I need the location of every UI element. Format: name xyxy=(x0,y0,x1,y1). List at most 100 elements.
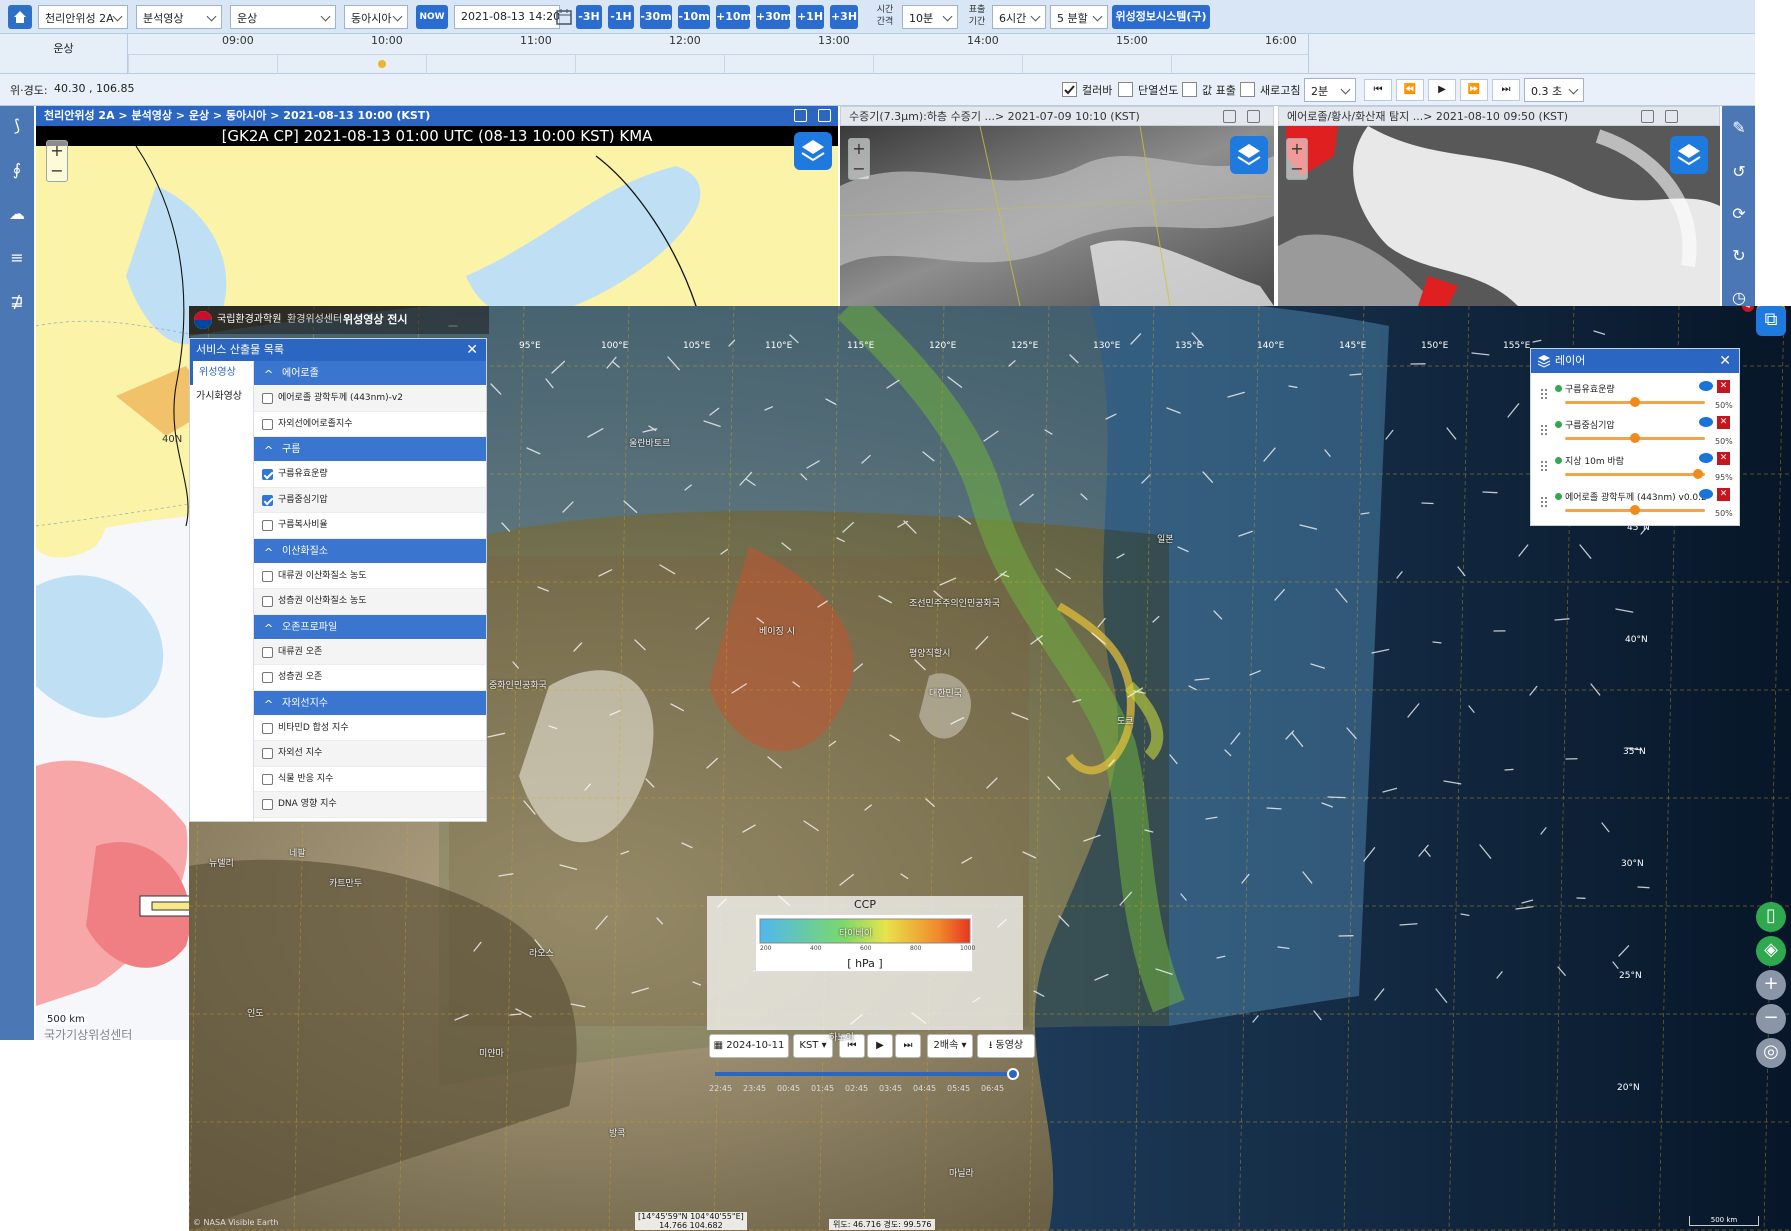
zoom-in-button[interactable]: + xyxy=(1756,970,1786,1000)
satellite-select[interactable]: 천리안위성 2A xyxy=(38,5,128,29)
eye-icon[interactable] xyxy=(1699,417,1713,427)
time-step-button[interactable]: +10m xyxy=(716,5,752,29)
interval-select[interactable]: 10분 xyxy=(902,5,958,29)
play-button[interactable]: ▶ xyxy=(1428,79,1456,101)
service-item[interactable]: 대류권 오존 xyxy=(254,639,486,665)
close-icon[interactable] xyxy=(1247,110,1260,123)
date-picker[interactable]: ▦ 2024-10-11 xyxy=(709,1034,789,1058)
panel2-map[interactable]: + − xyxy=(840,126,1274,306)
time-step-button[interactable]: +30m xyxy=(756,5,792,29)
close-icon[interactable]: ✕ xyxy=(1719,349,1731,373)
service-item[interactable]: 식물 반응 지수 xyxy=(254,767,486,792)
eye-icon[interactable] xyxy=(1699,453,1713,463)
copy-icon[interactable] xyxy=(1223,110,1236,123)
video-button[interactable]: ⭳ 동영상 xyxy=(977,1034,1035,1058)
eye-icon[interactable] xyxy=(1699,381,1713,391)
opacity-slider[interactable] xyxy=(1565,473,1705,476)
drag-handle-icon[interactable] xyxy=(1541,425,1547,435)
drag-handle-icon[interactable] xyxy=(1541,497,1547,507)
service-item[interactable]: 자외선에어로졸지수 xyxy=(254,412,486,437)
menu-icon[interactable]: ≡ xyxy=(7,248,27,268)
menu-title[interactable]: 위성영상 전시 xyxy=(343,306,408,334)
service-item-checkbox[interactable] xyxy=(262,520,273,531)
panel2-zoom-control[interactable]: + − xyxy=(848,138,870,180)
map-type-button[interactable]: ▯ xyxy=(1756,902,1786,932)
service-item[interactable]: 자외선 지수 xyxy=(254,741,486,767)
play-button[interactable]: ▶ xyxy=(867,1034,893,1058)
service-item[interactable]: 에어로졸 광학두께 (443nm)-v2 xyxy=(254,386,486,412)
service-item-checkbox[interactable] xyxy=(262,469,273,480)
filter-icon[interactable]: ⋣ xyxy=(7,292,27,312)
last-frame-button[interactable]: ⏭ xyxy=(1492,79,1520,101)
service-item-checkbox[interactable] xyxy=(262,672,273,683)
service-item[interactable]: 구름유효운량 xyxy=(254,462,486,488)
service-item-checkbox[interactable] xyxy=(262,722,273,734)
panel2-header[interactable]: 수증기(7.3μm):하층 수증기 ...> 2021-07-09 10:10 … xyxy=(840,106,1274,126)
eye-icon[interactable] xyxy=(1699,489,1713,499)
service-item-checkbox[interactable] xyxy=(262,773,273,785)
close-icon[interactable] xyxy=(1665,110,1678,123)
opacity-slider-handle[interactable] xyxy=(1630,505,1640,515)
drag-handle-icon[interactable] xyxy=(1541,389,1547,399)
service-item[interactable]: 구름중심기압 xyxy=(254,487,486,513)
panel1-zoom-control[interactable]: + − xyxy=(46,140,68,182)
time-step-button[interactable]: -10m xyxy=(678,5,710,29)
service-item[interactable]: DNA 영향 지수 xyxy=(254,792,486,818)
opacity-slider-handle[interactable] xyxy=(1693,469,1703,479)
service-item[interactable]: 성층권 오존 xyxy=(254,665,486,691)
opacity-slider-handle[interactable] xyxy=(1630,433,1640,443)
panel1-header[interactable]: 천리안위성 2A > 분석영상 > 운상 > 동아시아 > 2021-08-13… xyxy=(36,106,838,126)
layer-toggle-button[interactable]: ⧉ xyxy=(1756,306,1786,336)
service-item-checkbox[interactable] xyxy=(262,748,273,759)
service-item-checkbox[interactable] xyxy=(262,596,273,607)
service-item-checkbox[interactable] xyxy=(262,494,273,506)
typhoon-icon[interactable]: ∮ xyxy=(7,160,27,180)
home-button[interactable] xyxy=(8,5,32,29)
speed-select[interactable]: 2배속 ▾ xyxy=(927,1034,973,1058)
category-select[interactable]: 분석영상 xyxy=(136,5,222,29)
time-step-button[interactable]: +3H xyxy=(830,5,858,29)
copy-icon[interactable] xyxy=(794,109,807,122)
redo-icon[interactable]: ↻ xyxy=(1729,246,1749,266)
drag-handle-icon[interactable] xyxy=(1541,461,1547,471)
service-item[interactable]: 성층권 이산화질소 농도 xyxy=(254,589,486,615)
prev-frame-button[interactable]: ⏪ xyxy=(1396,79,1424,101)
delete-icon[interactable]: ✕ xyxy=(1717,452,1730,465)
time-step-button[interactable]: -1H xyxy=(608,5,634,29)
timeline[interactable]: 운상 09:00 10:00 11:00 12:00 13:00 14:00 15:00 16… xyxy=(0,34,1755,74)
refresh-interval-select[interactable]: 2분 xyxy=(1304,78,1356,102)
brush-icon[interactable]: ✎ xyxy=(1729,118,1749,138)
base-layer-button[interactable]: ◈ xyxy=(1756,936,1786,966)
clock-icon[interactable]: ◷ xyxy=(1729,288,1749,308)
datetime-input[interactable]: 2021-08-13 14:20 xyxy=(454,5,560,29)
delete-icon[interactable]: ✕ xyxy=(1717,380,1730,393)
zoom-out-button[interactable]: − xyxy=(1756,1004,1786,1034)
service-item-checkbox[interactable] xyxy=(262,418,273,430)
delete-icon[interactable]: ✕ xyxy=(1717,416,1730,429)
close-icon[interactable] xyxy=(818,109,831,122)
legacy-system-button[interactable]: 위성정보시스템(구) xyxy=(1112,5,1210,29)
panel3-layer-button[interactable] xyxy=(1670,136,1708,174)
panel2-layer-button[interactable] xyxy=(1230,136,1268,174)
service-item[interactable]: 구름복사비율 xyxy=(254,513,486,539)
panel3-header[interactable]: 에어로졸/황사/화산재 탐지 ...> 2021-08-10 09:50 (KS… xyxy=(1278,106,1720,126)
copy-icon[interactable] xyxy=(1641,110,1654,123)
delete-icon[interactable]: ✕ xyxy=(1717,488,1730,501)
locate-button[interactable]: ◎ xyxy=(1756,1038,1786,1068)
values-checkbox[interactable] xyxy=(1182,82,1197,97)
service-group-header[interactable]: 에어로졸 xyxy=(254,361,486,387)
period-select[interactable]: 6시간 xyxy=(992,5,1046,29)
tab-visualization[interactable]: 가시화영상 xyxy=(190,385,253,409)
now-button[interactable]: NOW xyxy=(416,5,448,29)
tab-satellite-image[interactable]: 위성영상 xyxy=(190,361,253,385)
service-item[interactable]: 대류권 이산화질소 농도 xyxy=(254,564,486,589)
time-step-button[interactable]: -30m xyxy=(640,5,672,29)
colorbar-checkbox[interactable] xyxy=(1062,82,1077,97)
first-frame-button[interactable]: ⏮ xyxy=(1364,79,1392,101)
service-group-header[interactable]: 자외선지수 xyxy=(254,690,486,717)
product-select[interactable]: 운상 xyxy=(230,5,336,29)
panel3-map[interactable]: + − xyxy=(1278,126,1720,306)
calendar-icon[interactable] xyxy=(556,8,572,26)
speed-select[interactable]: 0.3 초 xyxy=(1524,78,1584,102)
panel3-zoom-control[interactable]: + − xyxy=(1286,138,1308,180)
